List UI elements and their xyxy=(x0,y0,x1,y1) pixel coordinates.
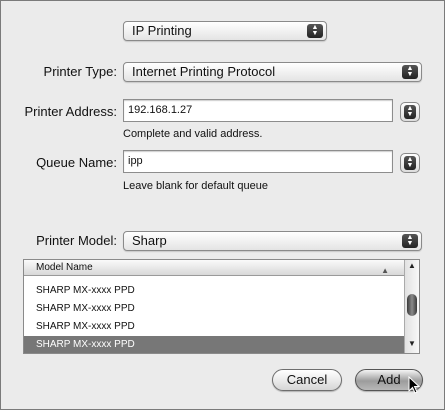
model-name-column-header[interactable]: Model Name ▲ xyxy=(24,260,405,276)
up-down-arrows-icon: ▲ ▼ xyxy=(404,105,416,119)
protocol-popup[interactable]: IP Printing ▲ ▼ xyxy=(123,21,327,41)
mouse-pointer-icon xyxy=(408,376,420,394)
printer-model-popup[interactable]: Sharp ▲ ▼ xyxy=(123,231,422,251)
list-item-label: SHARP MX-xxxx PPD xyxy=(36,303,135,314)
model-name-header-label: Model Name xyxy=(36,262,93,273)
printer-address-hint: Complete and valid address. xyxy=(123,128,263,140)
printer-model-label: Printer Model: xyxy=(36,233,117,248)
printer-address-input[interactable]: 192.168.1.27 xyxy=(123,99,393,122)
sort-ascending-icon: ▲ xyxy=(381,266,389,275)
up-down-arrows-icon: ▲ ▼ xyxy=(402,234,418,248)
queue-name-label: Queue Name: xyxy=(36,155,117,170)
scroll-up-arrow-icon[interactable]: ▲ xyxy=(405,260,419,272)
queue-name-history-button[interactable]: ▲ ▼ xyxy=(400,153,420,173)
list-item-label: SHARP MX-xxxx PPD xyxy=(36,321,135,332)
model-list-scrollbar[interactable]: ▲ ▼ xyxy=(404,260,419,353)
printer-address-history-button[interactable]: ▲ ▼ xyxy=(400,102,420,122)
model-list[interactable]: Model Name ▲ SHARP MX-xxxx PPD SHARP MX-… xyxy=(23,259,420,354)
cancel-button[interactable]: Cancel xyxy=(272,369,342,391)
protocol-popup-value: IP Printing xyxy=(132,23,192,38)
queue-name-input[interactable]: ipp xyxy=(123,150,393,173)
up-down-arrows-icon: ▲ ▼ xyxy=(402,65,418,79)
up-down-arrows-icon: ▲ ▼ xyxy=(404,156,416,170)
list-item-label: SHARP MX-xxxx PPD xyxy=(36,285,135,296)
printer-type-value: Internet Printing Protocol xyxy=(132,64,276,79)
scrollbar-thumb[interactable] xyxy=(407,294,417,316)
printer-model-value: Sharp xyxy=(132,233,167,248)
list-item[interactable]: SHARP MX-xxxx PPD xyxy=(24,282,405,300)
list-item-selected[interactable]: SHARP MX-xxxx PPD xyxy=(24,336,405,353)
scroll-down-arrow-icon[interactable]: ▼ xyxy=(405,338,419,350)
queue-name-hint: Leave blank for default queue xyxy=(123,180,268,192)
up-down-arrows-icon: ▲ ▼ xyxy=(307,24,323,38)
printer-type-label: Printer Type: xyxy=(43,64,117,79)
printer-type-popup[interactable]: Internet Printing Protocol ▲ ▼ xyxy=(123,62,422,82)
list-item[interactable]: SHARP MX-xxxx PPD xyxy=(24,300,405,318)
list-item-label: SHARP MX-xxxx PPD xyxy=(36,339,135,350)
printer-address-label: Printer Address: xyxy=(24,104,118,119)
list-item[interactable]: SHARP MX-xxxx PPD xyxy=(24,318,405,336)
